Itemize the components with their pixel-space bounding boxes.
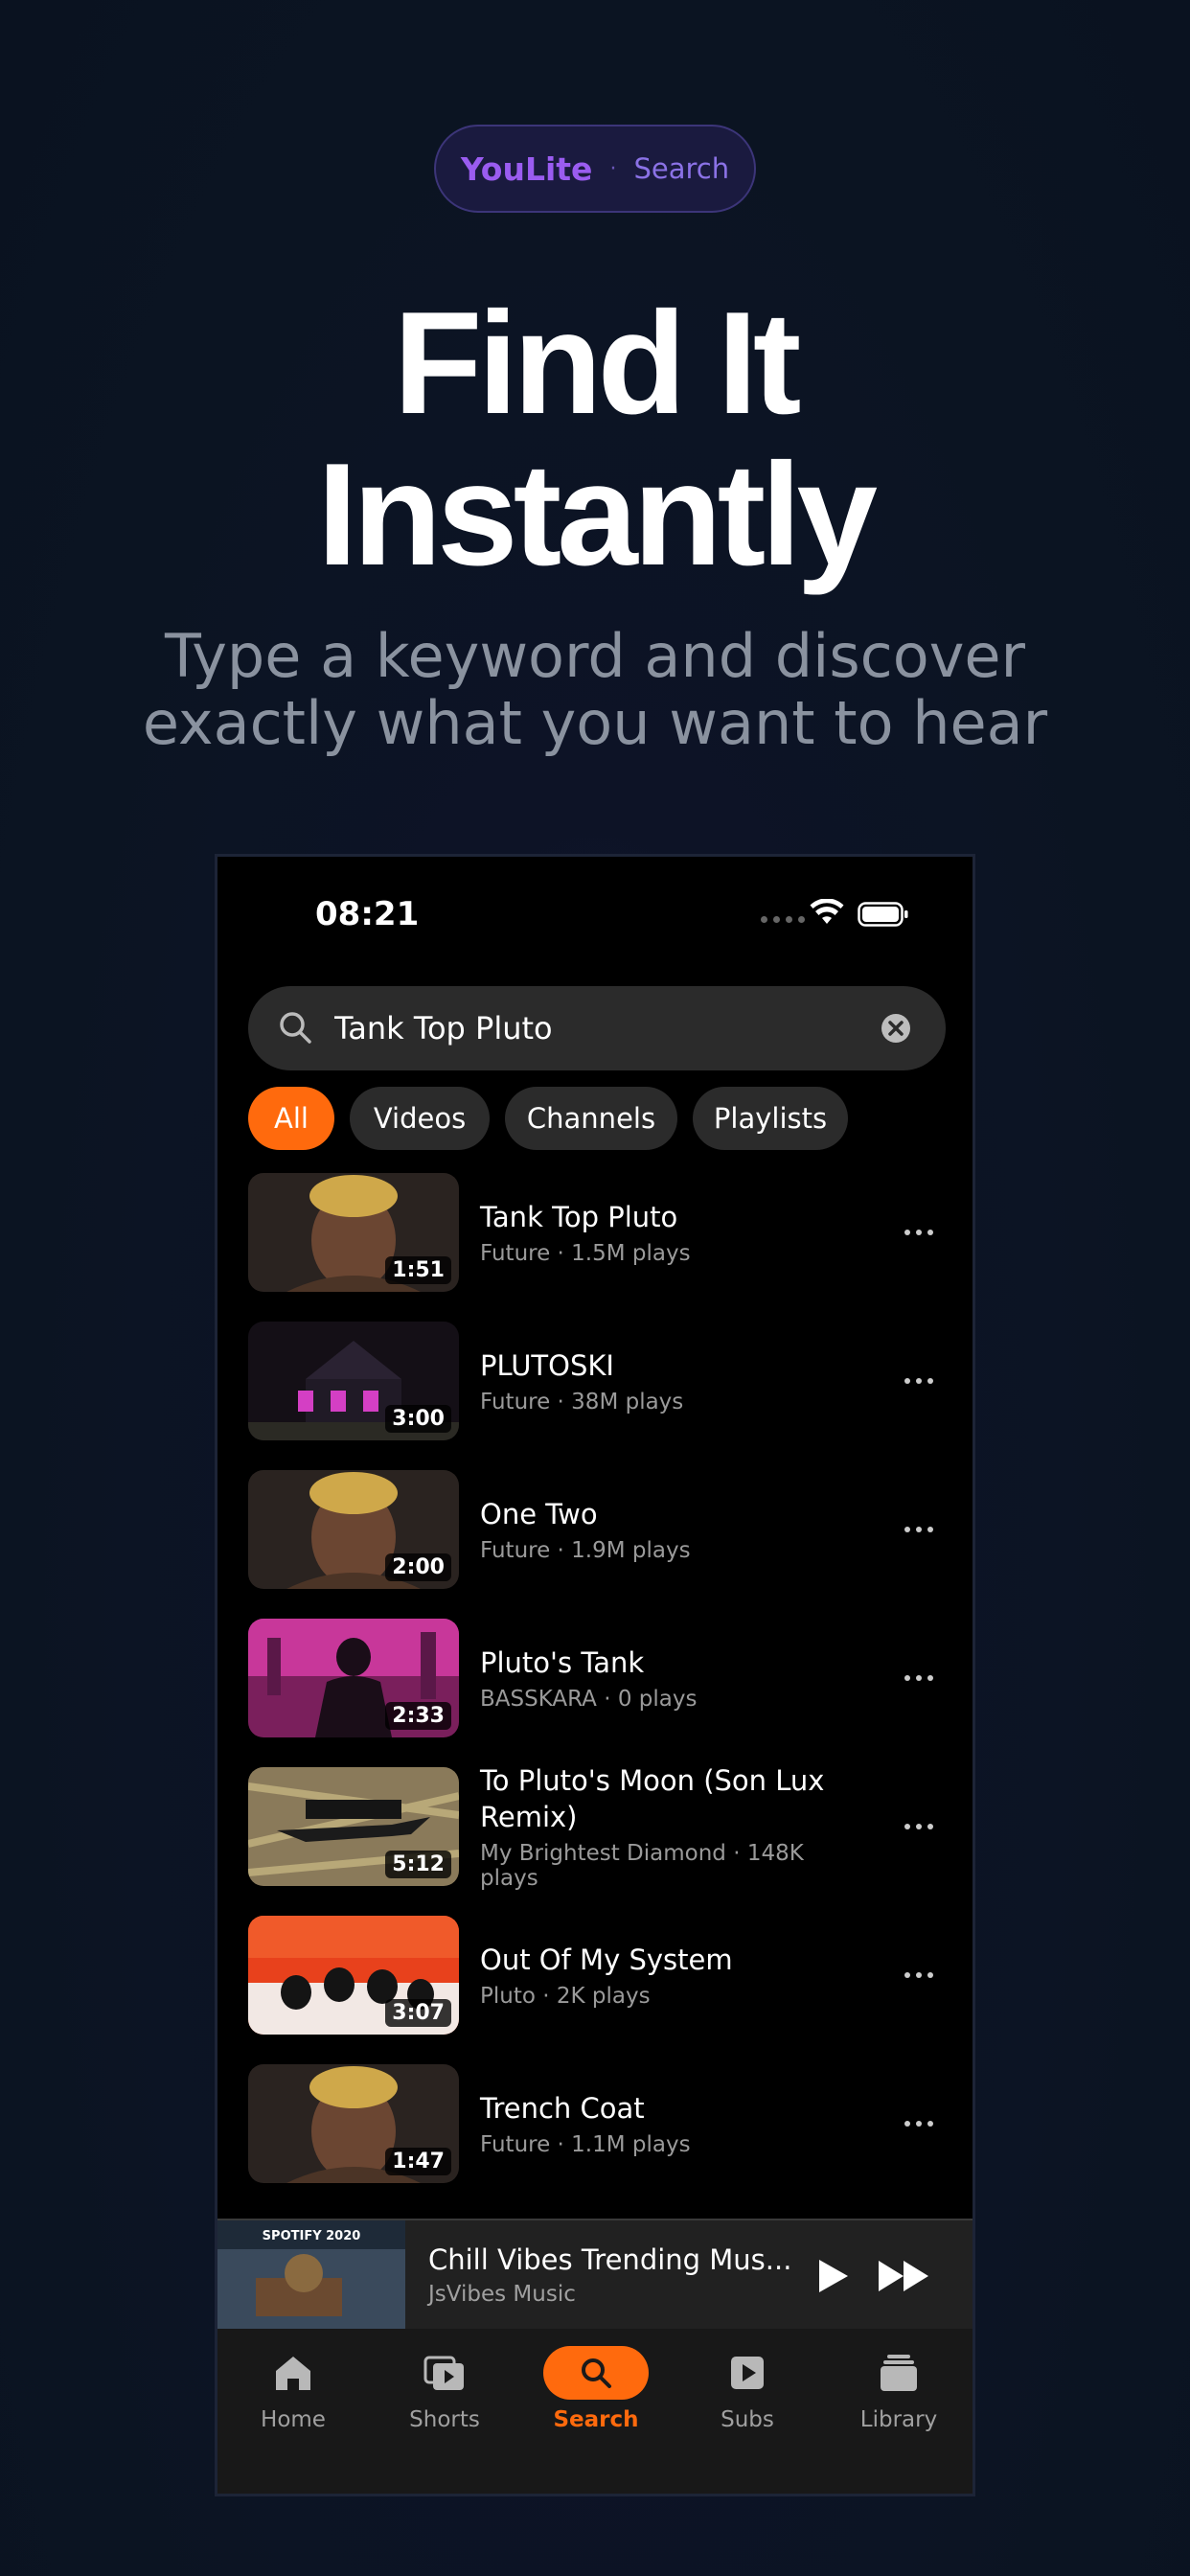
search-icon [280, 1012, 311, 1044]
hero-subtitle-line1: Type a keyword and discover [164, 621, 1026, 691]
brand-section: Search [633, 152, 730, 185]
more-options-icon[interactable] [903, 1368, 935, 1394]
phone-screen: 08:21 All Videos Channels Playlists [215, 854, 975, 2496]
result-title: Trench Coat [480, 2092, 645, 2125]
video-thumbnail[interactable]: 1:51 [248, 1173, 459, 1292]
play-icon[interactable] [813, 2257, 852, 2295]
hero-headline-line1: Find It [393, 282, 802, 445]
clear-search-icon[interactable] [879, 1011, 913, 1046]
tab-label: Library [859, 2407, 938, 2432]
video-thumbnail[interactable]: 2:33 [248, 1619, 459, 1737]
video-thumbnail[interactable]: 2:00 [248, 1470, 459, 1589]
video-duration: 1:47 [385, 2148, 451, 2175]
now-playing-thumb-text: SPOTIFY 2020 [263, 2229, 361, 2243]
battery-icon [858, 902, 908, 927]
result-meta: Future · 1.5M plays [480, 1241, 691, 1266]
filter-chip-playlists[interactable]: Playlists [693, 1087, 848, 1150]
video-thumbnail[interactable]: 3:07 [248, 1916, 459, 2035]
result-item[interactable]: 1:51 Tank Top Pluto Future · 1.5M plays [248, 1173, 948, 1292]
result-title: PLUTOSKI [480, 1349, 614, 1382]
tab-label: Home [261, 2407, 326, 2432]
video-duration: 1:51 [385, 1256, 451, 1284]
result-title: Tank Top Pluto [480, 1201, 678, 1233]
tab-label: Subs [721, 2407, 774, 2432]
status-time: 08:21 [315, 895, 420, 933]
filter-chip-channels[interactable]: Channels [505, 1087, 677, 1150]
more-options-icon[interactable] [903, 1962, 935, 1989]
video-duration: 3:00 [385, 1405, 451, 1433]
video-thumbnail[interactable]: 5:12 [248, 1767, 459, 1886]
tab-label: Shorts [409, 2407, 480, 2432]
result-meta: Future · 1.9M plays [480, 1538, 691, 1563]
result-item[interactable]: 5:12 To Pluto's Moon (Son Lux Remix) My … [248, 1764, 948, 1891]
video-duration: 3:07 [385, 1999, 451, 2027]
video-duration: 2:00 [385, 1553, 451, 1581]
mini-player[interactable]: SPOTIFY 2020 Chill Vibes Trending Mus...… [217, 2219, 973, 2331]
result-item[interactable]: 2:00 One Two Future · 1.9M plays [248, 1470, 948, 1589]
brand-separator: · [609, 156, 617, 181]
fast-forward-icon[interactable] [877, 2259, 932, 2293]
tab-library[interactable]: Library [823, 2329, 973, 2444]
cellular-signal-icon [761, 916, 805, 923]
search-bar[interactable] [248, 986, 946, 1070]
result-meta: My Brightest Diamond · 148K plays [480, 1841, 804, 1891]
now-playing-title: Chill Vibes Trending Mus... [428, 2243, 792, 2276]
video-thumbnail[interactable]: 3:00 [248, 1322, 459, 1440]
tab-home[interactable]: Home [217, 2329, 369, 2444]
hero-headline: Find It Instantly [0, 288, 1190, 590]
more-options-icon[interactable] [903, 1219, 935, 1246]
hero-subtitle: Type a keyword and discover exactly what… [0, 623, 1190, 757]
result-title: Pluto's Tank [480, 1646, 645, 1679]
more-options-icon[interactable] [903, 1813, 935, 1840]
video-duration: 2:33 [385, 1702, 451, 1730]
result-item[interactable]: 3:00 PLUTOSKI Future · 38M plays [248, 1322, 948, 1440]
now-playing-artist: JsVibes Music [428, 2282, 576, 2307]
more-options-icon[interactable] [903, 2110, 935, 2137]
more-options-icon[interactable] [903, 1665, 935, 1691]
result-meta: Pluto · 2K plays [480, 1984, 651, 2009]
wifi-icon [810, 899, 844, 924]
hero-headline-line2: Instantly [317, 433, 878, 596]
shorts-icon [423, 2356, 464, 2390]
tab-shorts[interactable]: Shorts [369, 2329, 520, 2444]
home-icon [276, 2357, 310, 2390]
bottom-tab-bar: Home Shorts Search Subs Library [217, 2329, 973, 2494]
result-meta: Future · 38M plays [480, 1390, 684, 1414]
brand-name: YouLite [460, 150, 593, 188]
result-meta: BASSKARA · 0 plays [480, 1687, 698, 1712]
more-options-icon[interactable] [903, 1516, 935, 1543]
result-title: One Two [480, 1498, 598, 1530]
filter-chip-all[interactable]: All [248, 1087, 334, 1150]
tab-subs[interactable]: Subs [672, 2329, 823, 2444]
result-title: Out Of My System [480, 1944, 733, 1976]
video-thumbnail[interactable]: 1:47 [248, 2064, 459, 2183]
tab-label: Search [553, 2407, 639, 2432]
hero-subtitle-line2: exactly what you want to hear [142, 688, 1048, 758]
tab-search[interactable]: Search [520, 2329, 672, 2444]
search-input[interactable] [334, 986, 871, 1070]
result-meta: Future · 1.1M plays [480, 2132, 691, 2157]
result-item[interactable]: 1:47 Trench Coat Future · 1.1M plays [248, 2064, 948, 2183]
now-playing-thumbnail[interactable]: SPOTIFY 2020 [217, 2220, 405, 2331]
result-item[interactable]: 3:07 Out Of My System Pluto · 2K plays [248, 1916, 948, 2035]
brand-badge: YouLite · Search [434, 125, 756, 213]
video-duration: 5:12 [385, 1851, 451, 1878]
result-title: To Pluto's Moon (Son Lux Remix) [480, 1764, 825, 1833]
filter-chips: All Videos Channels Playlists [248, 1087, 848, 1150]
result-item[interactable]: 2:33 Pluto's Tank BASSKARA · 0 plays [248, 1619, 948, 1737]
search-icon [582, 2358, 611, 2388]
library-icon [881, 2355, 917, 2391]
subscriptions-icon [731, 2357, 764, 2389]
filter-chip-videos[interactable]: Videos [350, 1087, 490, 1150]
